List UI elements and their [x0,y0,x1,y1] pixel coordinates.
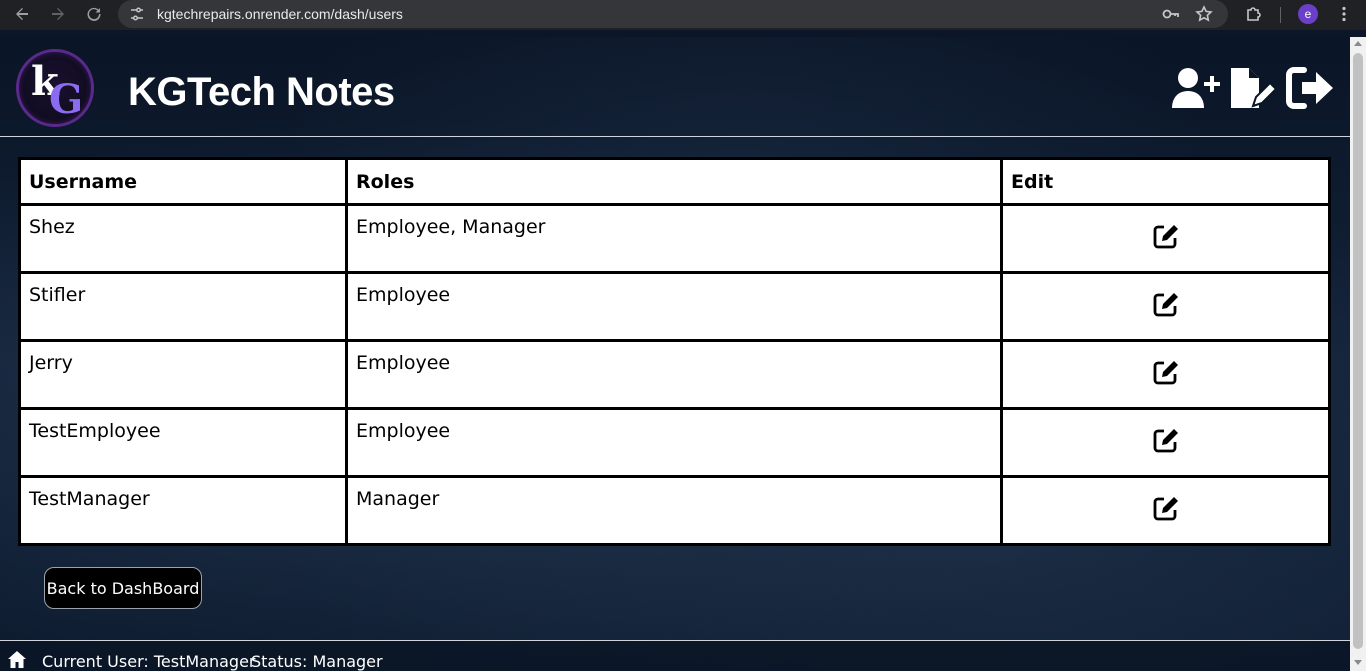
column-header-username: Username [21,160,345,203]
pen-to-square-icon [1153,293,1178,317]
username-cell: Jerry [21,342,345,407]
status-text: Status: Manager [251,652,383,671]
new-user-button[interactable] [1172,66,1222,110]
site-settings-icon[interactable] [129,6,145,22]
roles-cell: Manager [348,478,1000,543]
username-cell: Stifler [21,274,345,339]
username-cell: Shez [21,206,345,271]
app-header: k G KGTech Notes [0,37,1350,137]
current-user-text: Current User: TestManager [42,652,256,671]
roles-cell: Employee [348,274,1000,339]
pen-to-square-icon [1153,225,1178,249]
edit-user-button[interactable] [1152,222,1180,250]
logout-icon [1286,67,1333,109]
pen-to-square-icon [1153,429,1178,453]
edit-cell [1003,410,1328,475]
browser-menu-icon[interactable] [1335,5,1353,23]
back-arrow-icon[interactable] [11,3,33,25]
edit-cell [1003,342,1328,407]
logout-button[interactable] [1286,66,1336,110]
table-row: TestEmployee Employee [21,410,1328,475]
forward-arrow-icon[interactable] [47,3,69,25]
logo-letter-g: G [49,76,84,123]
browser-toolbar: kgtechrepairs.onrender.com/dash/users e [0,0,1366,30]
scroll-down-arrow-icon[interactable] [1354,660,1362,665]
reload-icon[interactable] [83,3,105,25]
edit-cell [1003,206,1328,271]
pen-to-square-icon [1153,361,1178,385]
app-logo[interactable]: k G [16,49,94,127]
edit-cell [1003,478,1328,543]
page-content: k G KGTech Notes Username Roles Edit She… [0,37,1350,671]
table-row: Jerry Employee [21,342,1328,407]
roles-cell: Employee, Manager [348,206,1000,271]
url-text[interactable]: kgtechrepairs.onrender.com/dash/users [157,6,403,22]
profile-avatar[interactable]: e [1298,4,1318,24]
new-note-button[interactable] [1229,66,1279,110]
column-header-roles: Roles [348,160,1000,203]
edit-cell [1003,274,1328,339]
pen-to-square-icon [1153,497,1178,521]
bookmark-star-icon[interactable] [1195,5,1213,23]
users-table: Username Roles Edit Shez Employee, Manag… [18,157,1331,546]
toolbar-divider [1280,7,1281,23]
app-footer: Current User: TestManager Status: Manage… [0,640,1350,671]
table-row: Stifler Employee [21,274,1328,339]
table-row: Shez Employee, Manager [21,206,1328,271]
file-pen-icon [1231,68,1278,108]
username-cell: TestEmployee [21,410,345,475]
user-plus-icon [1172,68,1220,108]
roles-cell: Employee [348,410,1000,475]
password-key-icon[interactable] [1162,5,1180,23]
scrollbar-thumb[interactable] [1353,53,1363,649]
home-icon[interactable] [7,650,27,669]
scroll-up-arrow-icon[interactable] [1354,41,1362,46]
edit-user-button[interactable] [1152,358,1180,386]
back-to-dashboard-button[interactable]: Back to DashBoard [44,567,202,609]
extensions-icon[interactable] [1245,5,1263,23]
table-header-row: Username Roles Edit [21,160,1328,203]
roles-cell: Employee [348,342,1000,407]
table-row: TestManager Manager [21,478,1328,543]
edit-user-button[interactable] [1152,290,1180,318]
address-bar[interactable]: kgtechrepairs.onrender.com/dash/users [118,0,1228,28]
edit-user-button[interactable] [1152,426,1180,454]
page-title[interactable]: KGTech Notes [128,70,395,115]
edit-user-button[interactable] [1152,494,1180,522]
column-header-edit: Edit [1003,160,1328,203]
username-cell: TestManager [21,478,345,543]
page-scrollbar[interactable] [1350,37,1366,671]
